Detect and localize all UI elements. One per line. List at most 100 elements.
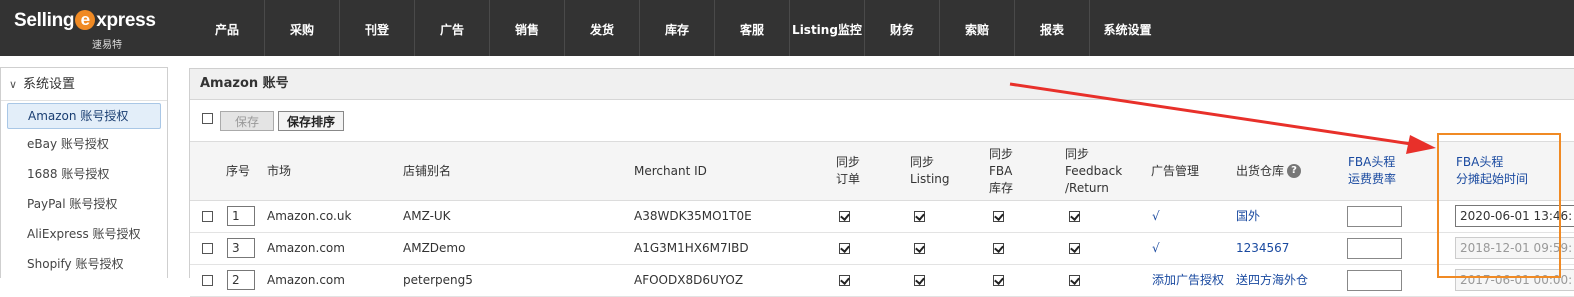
sync-listing-cell — [914, 233, 925, 264]
table-row: 1 Amazon.co.uk AMZ-UK A38WDK35MO1T0E √ 国… — [190, 201, 1574, 233]
seq-input[interactable]: 2 — [227, 270, 255, 290]
header-sync-orders-line2: 订单 — [836, 172, 861, 186]
table-row: 3 Amazon.com AMZDemo A1G3M1HX6M7IBD √ 12… — [190, 233, 1574, 265]
sidebar-item-ebay[interactable]: eBay 账号授权 — [1, 129, 167, 159]
sync-fba-checkbox[interactable] — [993, 211, 1004, 222]
nav-item-product[interactable]: 产品 — [190, 0, 265, 56]
warehouse-link[interactable]: 国外 — [1236, 201, 1260, 232]
sync-feedback-cell — [1069, 201, 1080, 232]
header-sync-fba-line3: 库存 — [989, 180, 1014, 195]
sync-fba-cell — [993, 201, 1004, 232]
table-row: 2 Amazon.com peterpeng5 AFOODX8D6UYOZ 添加… — [190, 265, 1574, 297]
nav-item-purchase[interactable]: 采购 — [265, 0, 340, 56]
sync-fba-checkbox[interactable] — [993, 275, 1004, 286]
logo-text-xpress: xpress — [96, 10, 156, 31]
nav-item-sales[interactable]: 销售 — [490, 0, 565, 56]
nav-item-claims[interactable]: 索赔 — [940, 0, 1015, 56]
row-checkbox[interactable] — [202, 275, 213, 286]
fba-rate-input[interactable] — [1347, 270, 1402, 291]
nav-item-system-settings[interactable]: 系统设置 — [1090, 0, 1165, 56]
seq-input[interactable]: 1 — [227, 206, 255, 226]
chevron-down-icon: ∨ — [9, 78, 18, 91]
nav-item-reports[interactable]: 报表 — [1015, 0, 1090, 56]
nav-item-listing[interactable]: 刊登 — [340, 0, 415, 56]
sync-listing-checkbox[interactable] — [914, 211, 925, 222]
fba-rate-input[interactable] — [1347, 238, 1402, 259]
header-fba-freight-rate: FBA头程 运费费率 — [1348, 142, 1396, 200]
header-sync-feedback-line2: Feedback — [1065, 163, 1123, 178]
table-header: 序号 市场 店铺别名 Merchant ID 同步 订单 同步 Listing 同步… — [190, 141, 1574, 201]
sidebar-item-1688[interactable]: 1688 账号授权 — [1, 159, 167, 189]
sync-orders-checkbox[interactable] — [839, 211, 850, 222]
header-seq: 序号 — [226, 163, 251, 178]
nav-item-service[interactable]: 客服 — [715, 0, 790, 56]
header-fba-rate-line2: 运费费率 — [1348, 172, 1397, 186]
sidebar: ∨ 系统设置 Amazon 账号授权 eBay 账号授权 1688 账号授权 Pa… — [0, 67, 168, 278]
sync-orders-checkbox[interactable] — [839, 243, 850, 254]
sync-feedback-checkbox[interactable] — [1069, 211, 1080, 222]
sync-orders-cell — [839, 201, 850, 232]
logo-e-mark: e — [75, 10, 96, 30]
sidebar-item-shopify[interactable]: Shopify 账号授权 — [1, 249, 167, 279]
nav-item-finance[interactable]: 财务 — [865, 0, 940, 56]
logo-text-selling: Selling — [14, 10, 75, 31]
main-nav: 产品 采购 刊登 广告 销售 发货 库存 客服 Listing监控 财务 索赔 … — [190, 0, 1165, 56]
save-sort-button[interactable]: 保存排序 — [278, 111, 345, 131]
merchant-id-cell: AFOODX8D6UYOZ — [634, 273, 744, 287]
market-cell: Amazon.com — [267, 241, 345, 255]
sync-feedback-cell — [1069, 265, 1080, 296]
sync-feedback-checkbox[interactable] — [1069, 275, 1080, 286]
row-select-cell — [202, 201, 213, 232]
header-sync-feedback-line3: /Return — [1065, 180, 1109, 195]
header-sync-fba-inventory: 同步 FBA 库存 — [989, 142, 1013, 200]
ad-management-link[interactable]: √ — [1152, 233, 1160, 264]
warehouse-link[interactable]: 1234567 — [1236, 233, 1289, 264]
header-sync-listing-line2: Listing — [910, 172, 950, 186]
add-ad-auth-link[interactable]: 添加广告授权 — [1152, 265, 1224, 296]
sidebar-item-aliexpress[interactable]: AliExpress 账号授权 — [1, 219, 167, 249]
nav-item-ads[interactable]: 广告 — [415, 0, 490, 56]
accounts-table: 序号 市场 店铺别名 Merchant ID 同步 订单 同步 Listing 同步… — [190, 141, 1574, 297]
alias-cell: peterpeng5 — [403, 273, 473, 287]
nav-item-shipping[interactable]: 发货 — [565, 0, 640, 56]
seq-input[interactable]: 3 — [227, 238, 255, 258]
sync-feedback-cell — [1069, 233, 1080, 264]
sync-orders-checkbox[interactable] — [839, 275, 850, 286]
sidebar-header[interactable]: ∨ 系统设置 — [1, 68, 167, 101]
sidebar-header-label: 系统设置 — [23, 77, 76, 92]
merchant-id-cell: A38WDK35MO1T0E — [634, 209, 752, 223]
sidebar-item-amazon[interactable]: Amazon 账号授权 — [7, 103, 161, 129]
highlight-box — [1437, 133, 1561, 278]
sync-fba-cell — [993, 265, 1004, 296]
header-warehouse-label: 出货仓库 — [1236, 163, 1285, 178]
sync-feedback-checkbox[interactable] — [1069, 243, 1080, 254]
help-icon[interactable]: ? — [1287, 164, 1302, 178]
row-checkbox[interactable] — [202, 211, 213, 222]
nav-item-listing-monitor[interactable]: Listing监控 — [790, 0, 865, 56]
sync-listing-checkbox[interactable] — [914, 243, 925, 254]
sync-listing-checkbox[interactable] — [914, 275, 925, 286]
fba-rate-input[interactable] — [1347, 206, 1402, 227]
sync-fba-cell — [993, 233, 1004, 264]
header-sync-feedback: 同步 Feedback/Return — [1065, 142, 1122, 200]
alias-cell: AMZ-UK — [403, 209, 451, 223]
toolbar: 保存 保存排序 — [190, 100, 1574, 140]
warehouse-link[interactable]: 送四方海外仓 — [1236, 265, 1308, 296]
save-button[interactable]: 保存 — [220, 111, 274, 131]
row-select-cell — [202, 233, 213, 264]
sidebar-item-paypal[interactable]: PayPal 账号授权 — [1, 189, 167, 219]
logo-subtitle: 速易特 — [92, 40, 122, 51]
header-alias: 店铺别名 — [403, 163, 452, 178]
sync-listing-cell — [914, 265, 925, 296]
market-cell: Amazon.co.uk — [267, 209, 352, 223]
row-checkbox[interactable] — [202, 243, 213, 254]
row-select-cell — [202, 265, 213, 296]
select-all-checkbox[interactable] — [202, 113, 213, 124]
header-sync-feedback-line1: 同步 — [1065, 146, 1090, 161]
alias-cell: AMZDemo — [403, 241, 466, 255]
ad-management-link[interactable]: √ — [1152, 201, 1160, 232]
nav-item-inventory[interactable]: 库存 — [640, 0, 715, 56]
merchant-id-cell: A1G3M1HX6M7IBD — [634, 241, 749, 255]
header-sync-listing: 同步 Listing — [910, 142, 950, 200]
sync-fba-checkbox[interactable] — [993, 243, 1004, 254]
